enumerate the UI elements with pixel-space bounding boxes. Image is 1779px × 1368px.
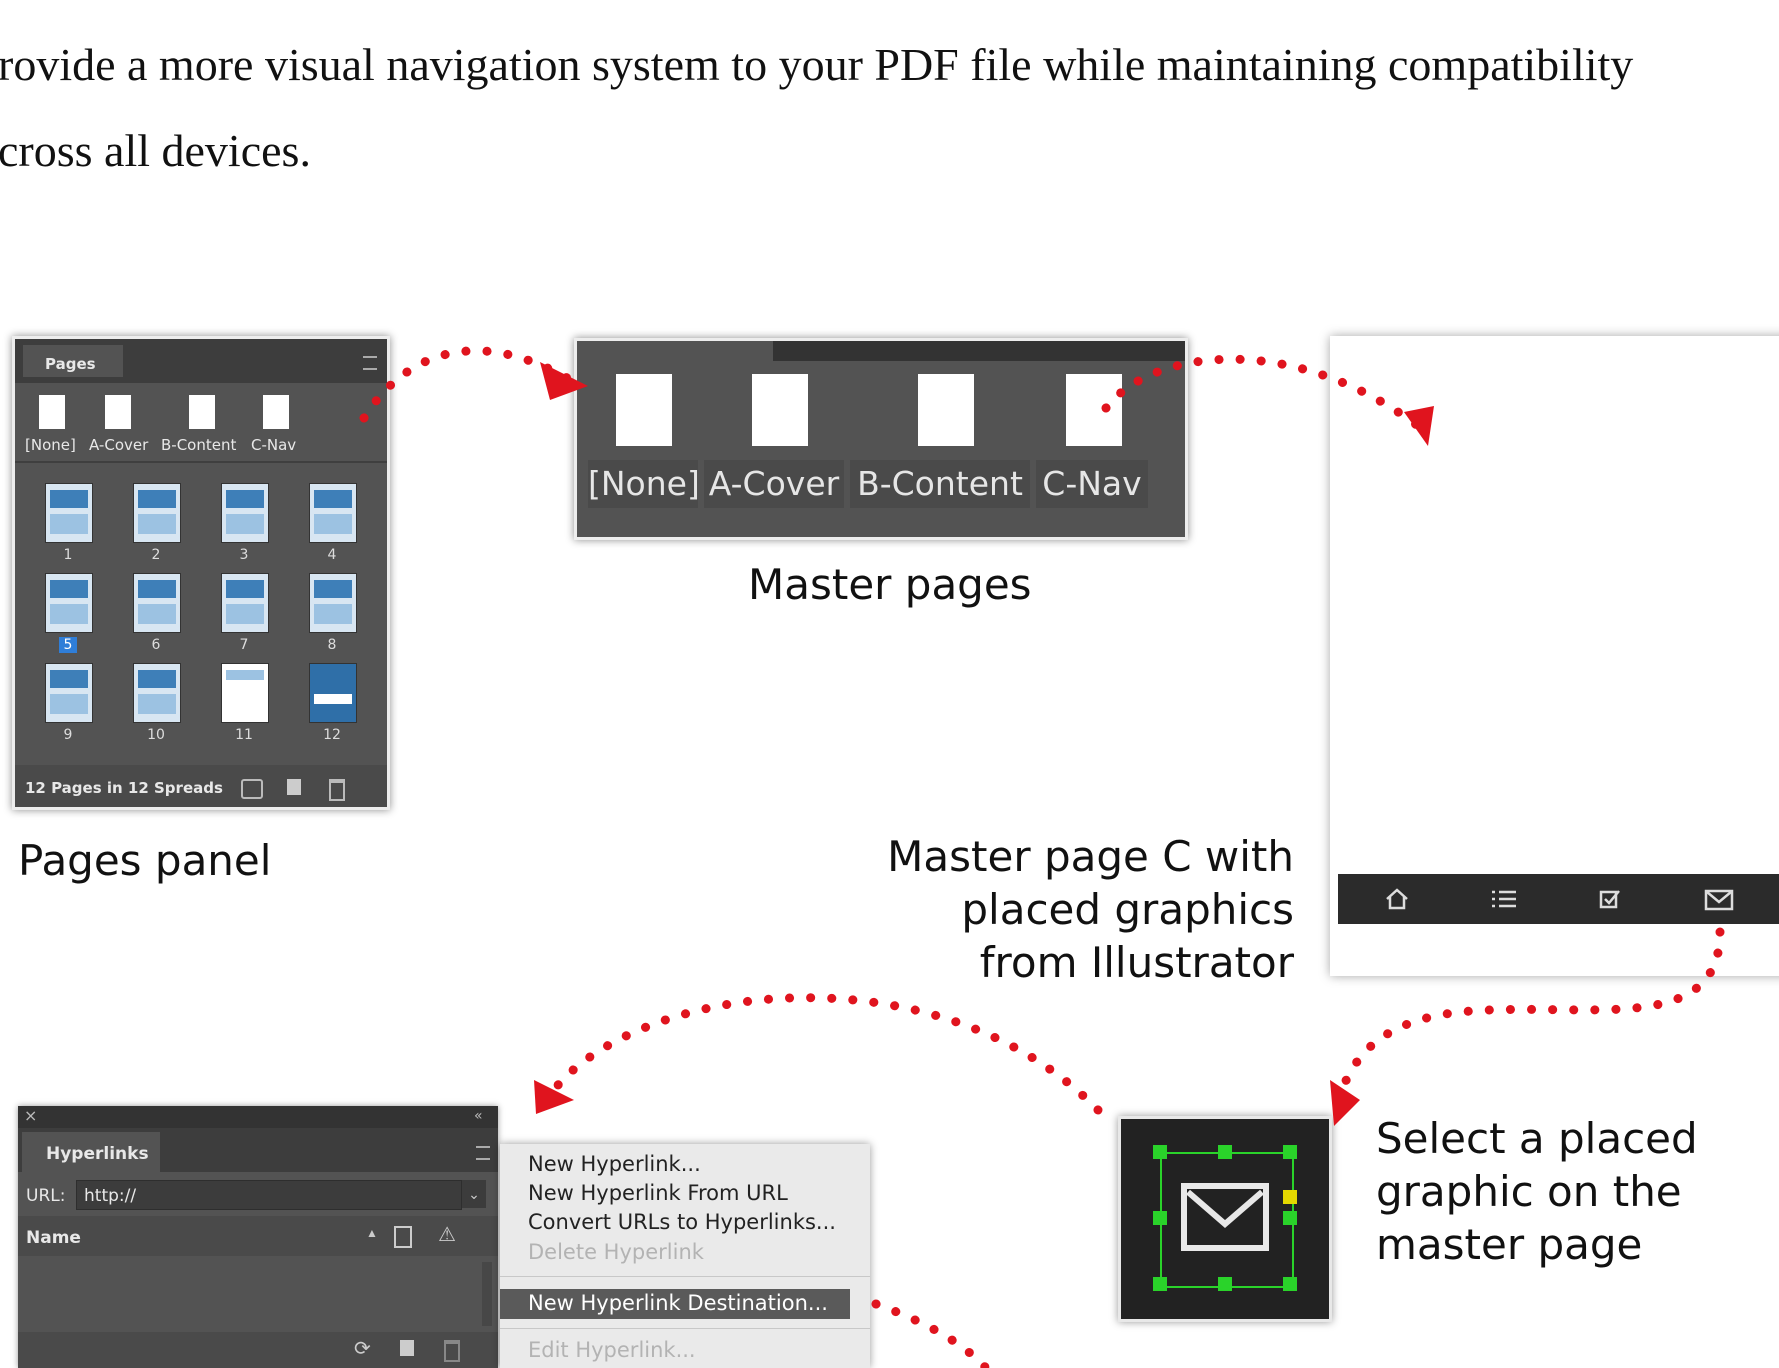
- arrowhead-icon: [1404, 406, 1434, 446]
- arrow-menu-down: [871, 1299, 991, 1368]
- arrow-preview-to-graphic: [1337, 927, 1725, 1095]
- flow-arrows: [359, 346, 1725, 1368]
- arrowhead-icon: [1330, 1080, 1360, 1126]
- arrow-masters-to-preview: [1101, 354, 1423, 431]
- arrow-graphic-to-hyperlinks: [543, 993, 1103, 1115]
- arrow-pages-to-masters: [359, 346, 579, 423]
- arrowhead-icon: [540, 362, 588, 400]
